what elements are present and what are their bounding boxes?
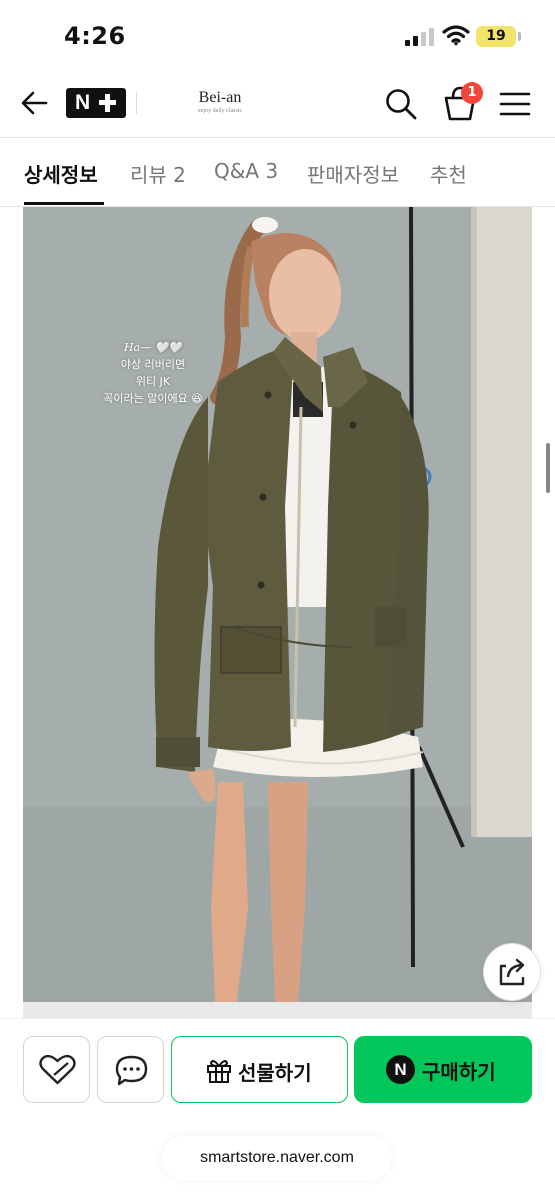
- heart-icon: [39, 1054, 76, 1085]
- naver-plus-logo[interactable]: N: [66, 88, 126, 118]
- battery-level: 19: [486, 28, 506, 44]
- url-bar[interactable]: smartstore.naver.com: [162, 1136, 392, 1180]
- brand-name: Bei-an: [198, 89, 242, 106]
- tab-seller-info[interactable]: 판매자정보: [307, 159, 399, 188]
- plus-icon-bar: [99, 100, 116, 105]
- detail-tabs: 상세정보 리뷰 2 Q&A 3 판매자정보 추천: [0, 139, 555, 207]
- tab-recommend[interactable]: 추천: [430, 159, 467, 188]
- scrollbar[interactable]: [546, 443, 550, 493]
- bottom-action-bar: 선물하기 N 구매하기: [0, 1018, 555, 1118]
- caption-line-2: 야상 러버리면: [120, 358, 186, 371]
- cart-count-badge: 1: [461, 82, 483, 104]
- wifi-icon: [442, 25, 470, 46]
- model-photo-illustration: [23, 207, 532, 1002]
- top-header: N Bei-an enjoy daily classic 1: [0, 72, 555, 138]
- active-tab-indicator: [24, 202, 104, 205]
- cellular-signal-icon: [405, 28, 435, 46]
- naver-n-letter: N: [75, 91, 91, 114]
- chat-bubble-icon: [115, 1055, 148, 1086]
- status-time: 4:26: [64, 22, 126, 50]
- buy-button[interactable]: N 구매하기: [354, 1036, 532, 1103]
- status-bar: 4:26 19: [0, 0, 555, 72]
- header-divider: [136, 92, 137, 114]
- wishlist-button[interactable]: [23, 1036, 90, 1103]
- battery-indicator: 19: [476, 26, 516, 47]
- share-button[interactable]: [483, 943, 541, 1001]
- talk-button[interactable]: [97, 1036, 164, 1103]
- product-photo: Ha— 🤍🤍 야상 러버리면 위티 JK 꼭이라는 말이에요 😆: [23, 207, 532, 1002]
- naver-pay-icon: N: [386, 1055, 415, 1084]
- battery-tip: [518, 32, 521, 41]
- buy-button-label: 구매하기: [422, 1060, 496, 1084]
- image-caption: Ha— 🤍🤍 야상 러버리면 위티 JK 꼭이라는 말이에요 😆: [83, 339, 223, 407]
- share-icon: [499, 958, 525, 986]
- brand-logo[interactable]: Bei-an enjoy daily classic: [170, 89, 270, 114]
- tab-reviews[interactable]: 리뷰 2: [130, 159, 186, 188]
- hamburger-menu-icon[interactable]: [498, 88, 532, 120]
- gift-button[interactable]: 선물하기: [171, 1036, 348, 1103]
- content-divider-strip: [23, 1002, 532, 1018]
- caption-line-4: 꼭이라는 말이에요 😆: [103, 392, 203, 405]
- tab-details[interactable]: 상세정보: [24, 159, 98, 188]
- gift-button-label: 선물하기: [238, 1061, 312, 1085]
- tab-qna[interactable]: Q&A 3: [214, 159, 278, 183]
- gift-icon: [207, 1060, 231, 1083]
- search-icon[interactable]: [383, 86, 419, 122]
- caption-line-1: Ha— 🤍🤍: [123, 341, 183, 354]
- brand-tagline: enjoy daily classic: [197, 108, 243, 114]
- caption-line-3: 위티 JK: [135, 375, 171, 388]
- back-arrow-icon[interactable]: [18, 86, 52, 120]
